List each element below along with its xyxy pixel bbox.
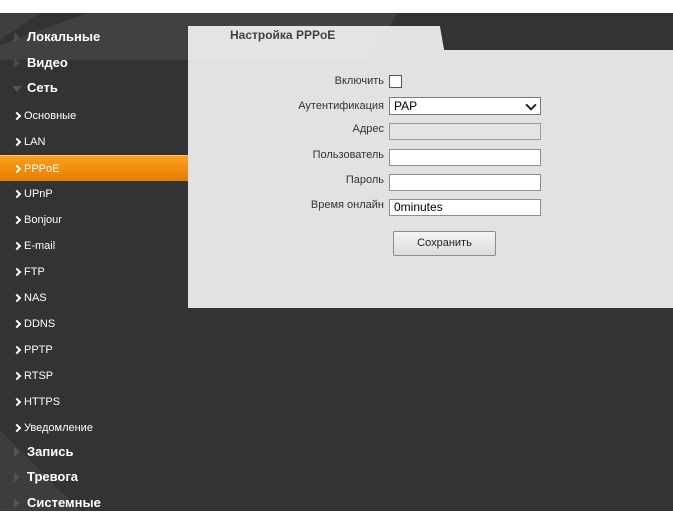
expand-arrow-icon [14, 447, 20, 457]
online-time-label: Время онлайн [234, 199, 384, 211]
sidebar-item-nas[interactable]: NAS [0, 285, 188, 311]
sidebar-item-ftp[interactable]: FTP [0, 259, 188, 285]
sidebar-item-record[interactable]: Запись [0, 441, 188, 467]
address-input[interactable] [389, 123, 541, 140]
auth-label: Аутентификация [234, 100, 384, 112]
password-input[interactable] [389, 174, 541, 191]
online-time-field: 0minutes [389, 199, 541, 216]
sidebar-menu: Локальные Видео Сеть Основные LAN PPPoE … [0, 26, 188, 517]
sidebar-item-general[interactable]: Основные [0, 103, 188, 129]
sidebar-item-label: Сеть [27, 80, 58, 95]
chevron-right-icon [13, 397, 21, 405]
sidebar-item-label: Bonjour [24, 214, 62, 226]
sidebar-item-pppoe[interactable]: PPPoE [0, 155, 188, 181]
chevron-right-icon [13, 111, 21, 119]
sidebar-item-label: NAS [24, 292, 47, 304]
chevron-right-icon [13, 164, 21, 172]
expand-arrow-icon [14, 58, 20, 68]
password-label: Пароль [234, 174, 384, 186]
chevron-right-icon [13, 423, 21, 431]
collapse-arrow-icon [12, 86, 22, 92]
chevron-right-icon [13, 241, 21, 249]
sidebar-item-label: E-mail [24, 240, 55, 252]
tab-bar: Настройка PPPoE [188, 26, 673, 50]
sidebar-item-label: DDNS [24, 318, 55, 330]
sidebar-item-upnp[interactable]: UPnP [0, 181, 188, 207]
chevron-right-icon [13, 137, 21, 145]
sidebar-item-ddns[interactable]: DDNS [0, 311, 188, 337]
username-input[interactable] [389, 149, 541, 166]
tab-pppoe-settings[interactable]: Настройка PPPoE [188, 26, 439, 50]
pppoe-settings-panel: Включить Аутентификация PAP Адрес Пользо… [188, 50, 673, 308]
sidebar-item-label: FTP [24, 266, 45, 278]
sidebar-item-email[interactable]: E-mail [0, 233, 188, 259]
sidebar-item-network[interactable]: Сеть [0, 77, 188, 103]
sidebar-item-https[interactable]: HTTPS [0, 389, 188, 415]
sidebar-item-label: Уведомление [24, 422, 93, 434]
save-button[interactable]: Сохранить [393, 231, 496, 256]
sidebar-item-notification[interactable]: Уведомление [0, 415, 188, 441]
auth-select-value: PAP [394, 99, 417, 113]
chevron-right-icon [13, 293, 21, 301]
chevron-right-icon [13, 267, 21, 275]
sidebar-item-label: Тревога [27, 469, 78, 484]
sidebar-item-label: Локальные [27, 29, 100, 44]
expand-arrow-icon [14, 32, 20, 42]
sidebar-item-label: HTTPS [24, 396, 60, 408]
chevron-right-icon [13, 345, 21, 353]
sidebar-item-system[interactable]: Системные [0, 492, 188, 517]
sidebar-item-label: PPPoE [24, 163, 59, 175]
enable-checkbox[interactable] [389, 75, 402, 88]
chevron-right-icon [13, 319, 21, 327]
sidebar-item-rtsp[interactable]: RTSP [0, 363, 188, 389]
sidebar-item-label: Основные [24, 110, 76, 122]
sidebar-item-label: PPTP [24, 344, 53, 356]
sidebar-item-label: Видео [27, 55, 68, 70]
sidebar-item-local[interactable]: Локальные [0, 26, 188, 52]
sidebar-item-pptp[interactable]: PPTP [0, 337, 188, 363]
address-label: Адрес [234, 123, 384, 135]
sidebar-item-label: RTSP [24, 370, 53, 382]
tab-label: Настройка PPPoE [230, 28, 335, 42]
sidebar-item-label: Системные [27, 495, 101, 510]
expand-arrow-icon [14, 498, 20, 508]
sidebar-item-label: Запись [27, 444, 73, 459]
chevron-right-icon [13, 371, 21, 379]
sidebar-item-video[interactable]: Видео [0, 52, 188, 78]
sidebar-item-lan[interactable]: LAN [0, 129, 188, 155]
chevron-right-icon [13, 215, 21, 223]
chevron-down-icon [525, 99, 536, 110]
chevron-right-icon [13, 189, 21, 197]
sidebar-item-label: UPnP [24, 188, 53, 200]
enable-label: Включить [234, 75, 384, 87]
sidebar-item-label: LAN [24, 136, 45, 148]
sidebar-item-bonjour[interactable]: Bonjour [0, 207, 188, 233]
username-label: Пользователь [234, 149, 384, 161]
auth-select[interactable]: PAP [389, 97, 541, 115]
app-window: Локальные Видео Сеть Основные LAN PPPoE … [0, 0, 673, 511]
expand-arrow-icon [14, 472, 20, 482]
sidebar-item-alarm[interactable]: Тревога [0, 466, 188, 492]
